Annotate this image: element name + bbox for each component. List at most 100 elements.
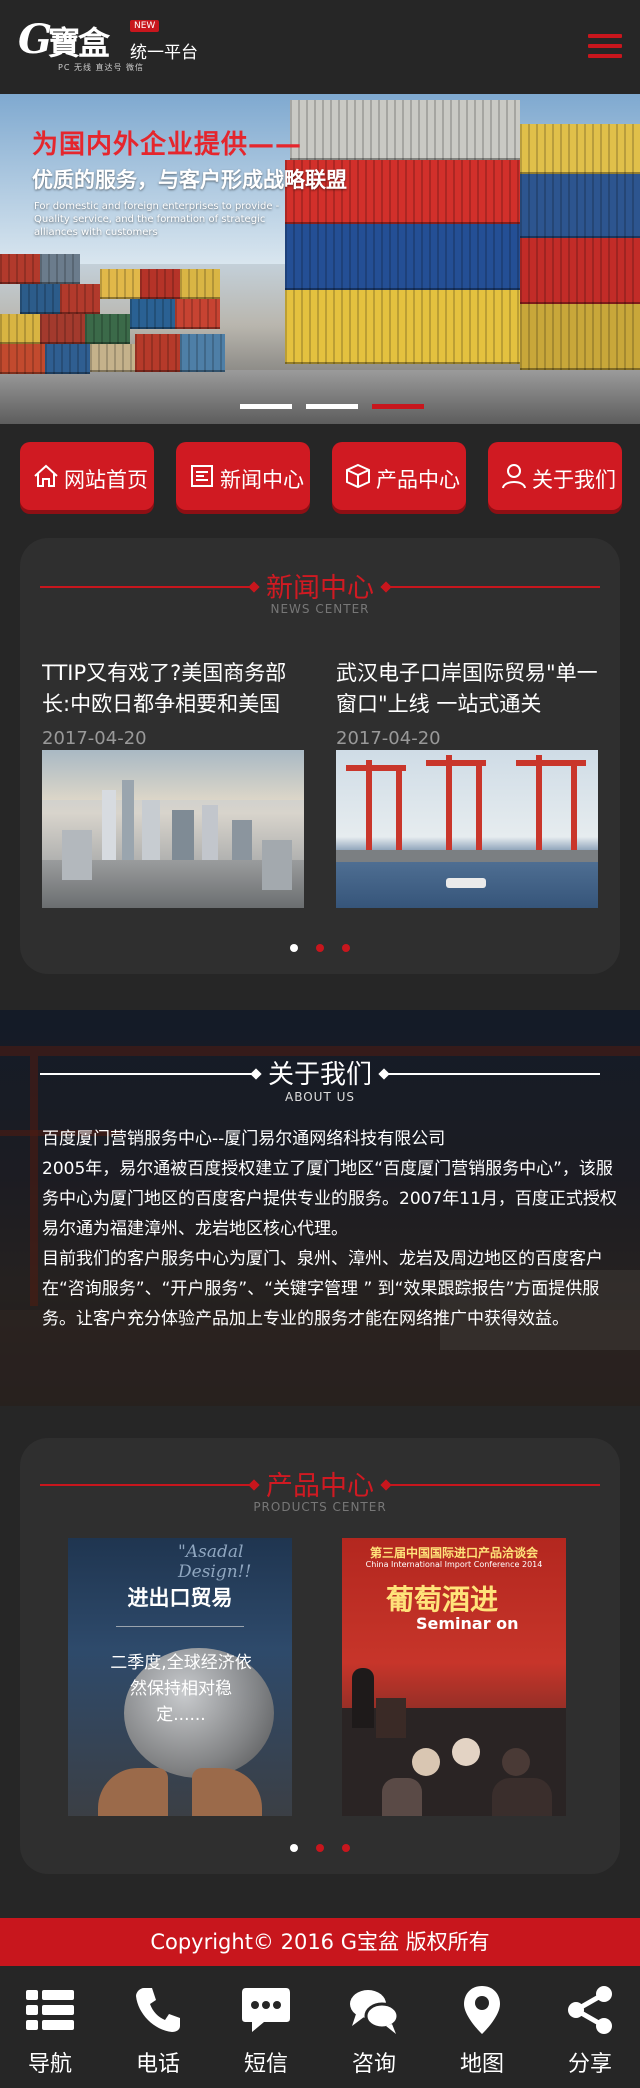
product-card-trade[interactable]: "Asadal Design!! 进出口贸易 二季度,全球经济依然保持相对稳定.… <box>68 1538 292 1816</box>
news-dot-1[interactable] <box>290 944 298 952</box>
banner-dot-2[interactable] <box>306 404 358 409</box>
list-icon <box>26 1990 74 2030</box>
container-image <box>290 100 520 160</box>
nav-about-button[interactable]: 关于我们 <box>488 442 622 510</box>
container-image <box>0 344 45 374</box>
product-banner-text: "Asadal Design!! <box>178 1542 252 1582</box>
tab-map[interactable]: 地图 <box>432 1966 532 2088</box>
conference-seminar-text: Seminar on <box>416 1614 519 1633</box>
products-dot-3[interactable] <box>342 1844 350 1852</box>
container-image <box>180 334 225 372</box>
products-section-header: 产品中心 PRODUCTS CENTER <box>20 1464 620 1514</box>
audience-body <box>492 1778 552 1816</box>
banner-ground <box>0 370 640 424</box>
sms-icon <box>242 1988 290 2032</box>
tab-label: 咨询 <box>351 2052 396 2077</box>
news-item-date: 2017-04-20 <box>336 728 441 749</box>
share-icon <box>568 1986 612 2034</box>
container-image <box>175 299 220 329</box>
nav-products-button[interactable]: 产品中心 <box>332 442 466 510</box>
bottom-tab-bar: 导航 电话 短信 咨询 地图 分享 <box>0 1966 640 2088</box>
city-skyline-photo[interactable] <box>42 750 304 908</box>
news-dot-2[interactable] <box>316 944 324 952</box>
product-divider <box>116 1626 244 1627</box>
tab-consult[interactable]: 咨询 <box>324 1966 424 2088</box>
podium-image <box>376 1698 406 1738</box>
about-section-title: 关于我们 <box>267 1060 372 1090</box>
container-image <box>285 290 520 364</box>
banner-subtitle: 优质的服务，与客户形成战略联盟 <box>32 168 347 192</box>
container-image <box>60 284 100 314</box>
tab-label: 分享 <box>567 2052 612 2077</box>
about-text: 百度厦门营销服务中心--厦门易尔通网络科技有限公司 2005年，易尔通被百度授权… <box>42 1124 618 1334</box>
banner-dot-1[interactable] <box>240 404 292 409</box>
tab-phone[interactable]: 电话 <box>108 1966 208 2088</box>
tab-sms[interactable]: 短信 <box>216 1966 316 2088</box>
container-image <box>180 269 220 299</box>
container-image <box>40 254 80 284</box>
nav-products-label: 产品中心 <box>376 468 460 492</box>
news-icon <box>191 465 213 487</box>
container-image <box>130 299 175 329</box>
products-section-title: 产品中心 <box>266 1471 374 1502</box>
header: G 寶盒 NEW 统一平台 PC 无线 直达号 微信 <box>0 0 640 94</box>
logo-badge: NEW <box>130 20 160 32</box>
logo[interactable]: G 寶盒 NEW 统一平台 PC 无线 直达号 微信 <box>18 16 208 76</box>
product-title: 进出口贸易 <box>127 1586 233 1610</box>
news-item-date: 2017-04-20 <box>42 728 147 749</box>
banner-title: 为国内外企业提供—— <box>32 130 303 160</box>
speaker-image <box>352 1668 374 1728</box>
tab-label: 电话 <box>135 2052 180 2077</box>
products-dot-1[interactable] <box>290 1844 298 1852</box>
news-section: 新闻中心 NEWS CENTER TTIP又有戏了?美国商务部长:中欧日都争相要… <box>20 538 620 974</box>
container-image <box>0 254 40 284</box>
container-image <box>285 224 520 290</box>
about-section-header: 关于我们 ABOUT US <box>20 1054 620 1104</box>
map-pin-icon <box>464 1986 500 2034</box>
audience-head <box>452 1738 480 1766</box>
container-image <box>40 314 85 344</box>
phone-icon <box>136 1988 180 2032</box>
tab-navigation[interactable]: 导航 <box>0 1966 100 2088</box>
container-image <box>0 314 40 344</box>
container-image <box>45 344 90 374</box>
hero-banner[interactable]: 为国内外企业提供—— 优质的服务，与客户形成战略联盟 For domestic … <box>0 94 640 424</box>
about-paragraph: 2005年，易尔通被百度授权建立了厦门地区“百度厦门营销服务中心”，该服务中心为… <box>42 1159 617 1239</box>
conference-english: China International Import Conference 20… <box>365 1560 543 1569</box>
news-item[interactable]: TTIP又有戏了?美国商务部长:中欧日都争相要和美国 2017-04-20 <box>42 658 304 749</box>
container-image <box>135 334 180 372</box>
nav-news-button[interactable]: 新闻中心 <box>176 442 310 510</box>
conference-big-text: 葡萄酒进 <box>386 1583 499 1616</box>
hand-image <box>98 1768 168 1816</box>
tab-label: 地图 <box>459 2052 504 2077</box>
nav-home-button[interactable]: 网站首页 <box>20 442 154 510</box>
container-image <box>20 284 60 314</box>
news-section-header: 新闻中心 NEWS CENTER <box>20 566 620 616</box>
news-item[interactable]: 武汉电子口岸国际贸易"单一窗口"上线 一站式通关 2017-04-20 <box>336 658 598 749</box>
tab-share[interactable]: 分享 <box>540 1966 640 2088</box>
hamburger-menu-icon[interactable] <box>588 34 622 60</box>
container-image <box>520 304 640 370</box>
audience-head <box>412 1748 440 1776</box>
products-section-subtitle: PRODUCTS CENTER <box>253 1500 387 1514</box>
nav-home-label: 网站首页 <box>64 468 148 492</box>
product-card-conference[interactable]: 第三届中国国际进口产品洽谈会 China International Impor… <box>342 1538 566 1816</box>
product-description: 二季度,全球经济依然保持相对稳定...... <box>110 1653 252 1725</box>
news-item-title: TTIP又有戏了?美国商务部长:中欧日都争相要和美国 <box>42 661 287 716</box>
news-dot-3[interactable] <box>342 944 350 952</box>
banner-dot-3[interactable] <box>372 404 424 409</box>
audience-head <box>502 1748 530 1776</box>
products-section: 产品中心 PRODUCTS CENTER "Asadal Design!! 进出… <box>20 1438 620 1874</box>
port-cranes-photo[interactable] <box>336 750 598 908</box>
banner-pagination <box>240 404 430 410</box>
logo-text: 寶盒 <box>48 24 110 62</box>
container-image <box>100 269 140 299</box>
container-image <box>140 269 180 299</box>
tab-label: 短信 <box>243 2052 288 2077</box>
container-image <box>90 344 135 372</box>
box-icon <box>346 463 370 489</box>
products-dot-2[interactable] <box>316 1844 324 1852</box>
news-section-subtitle: NEWS CENTER <box>270 602 370 616</box>
products-pagination <box>290 1844 350 1852</box>
chat-icon <box>350 1990 400 2034</box>
